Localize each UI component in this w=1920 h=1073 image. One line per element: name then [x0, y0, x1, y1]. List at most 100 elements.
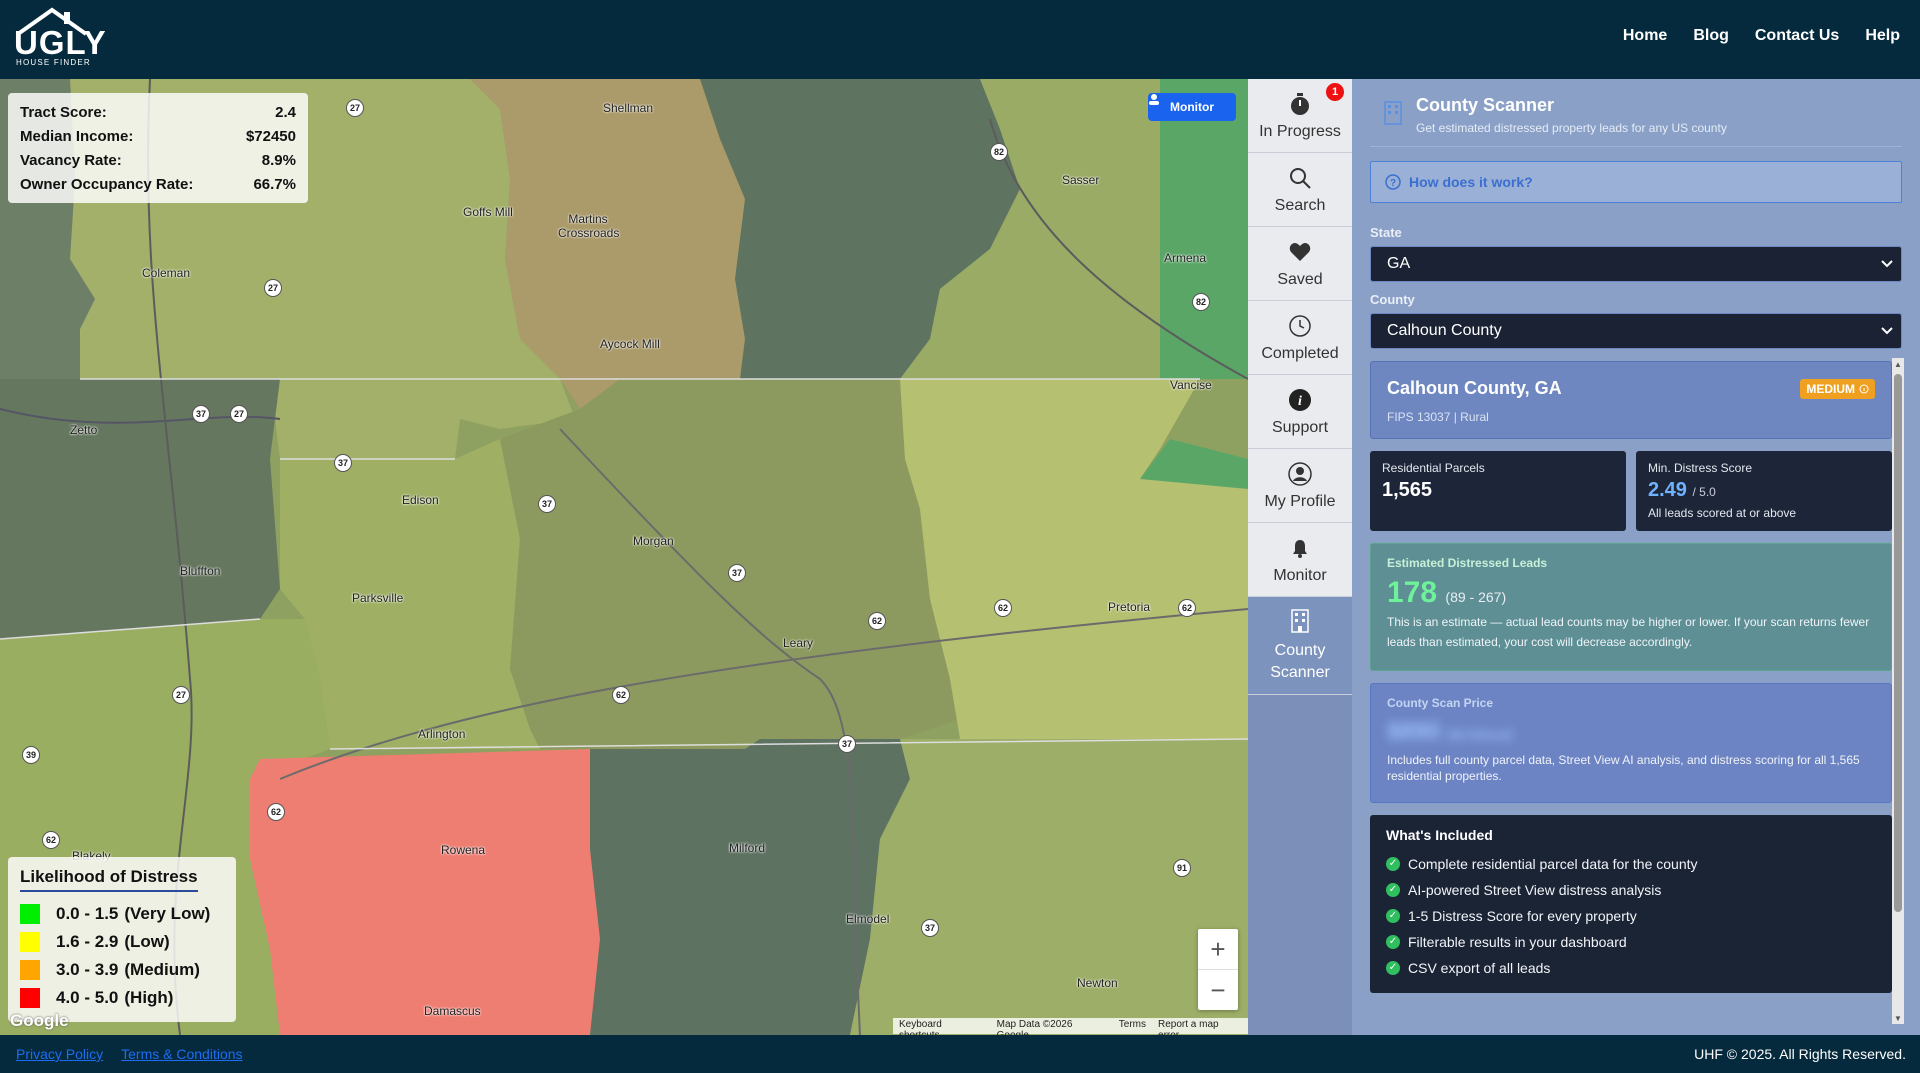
map-label: Damascus	[424, 1004, 481, 1018]
route-shield: 37	[192, 405, 210, 423]
map-label: Milford	[729, 841, 766, 855]
map-label: Armena	[1164, 251, 1207, 265]
route-shield: 27	[230, 405, 248, 423]
map-label: Newton	[1077, 976, 1118, 990]
logo[interactable]: UGLY HOUSE FINDER	[12, 6, 107, 68]
route-shield: 27	[264, 279, 282, 297]
route-shield: 37	[728, 564, 746, 582]
map-label: Sasser	[1062, 173, 1100, 187]
rail-item-search[interactable]: Search	[1248, 153, 1352, 227]
building-icon	[1384, 101, 1402, 125]
county-card: Calhoun County, GA FIPS 13037 | Rural ME…	[1370, 361, 1892, 439]
map-label: Goffs Mill	[463, 205, 513, 219]
privacy-policy-link[interactable]: Privacy Policy	[16, 1046, 103, 1062]
legend-title: Likelihood of Distress	[20, 867, 198, 892]
zoom-out-button[interactable]: −	[1198, 970, 1238, 1010]
route-shield: 39	[22, 746, 40, 764]
panel-title: County Scanner	[1416, 95, 1555, 115]
state-select[interactable]: GA	[1370, 246, 1902, 282]
terms-link[interactable]: Terms	[1119, 1019, 1146, 1033]
scroll-down-arrow-icon[interactable]: ▼	[1892, 1012, 1904, 1024]
zoom-control: + −	[1198, 929, 1238, 1010]
county-select[interactable]: Calhoun County	[1370, 313, 1902, 349]
report-error-link[interactable]: Report a map error	[1158, 1019, 1242, 1035]
map-label: Arlington	[418, 727, 466, 741]
route-shield: 62	[42, 831, 60, 849]
user-icon	[1287, 461, 1313, 487]
residential-parcels-card: Residential Parcels 1,565	[1370, 451, 1626, 531]
map-label: Parksville	[352, 591, 404, 605]
map-label: Martins Crossroads	[558, 212, 620, 240]
scrollbar-thumb[interactable]	[1894, 374, 1902, 912]
results-scroll-area[interactable]: Calhoun County, GA FIPS 13037 | Rural ME…	[1370, 361, 1910, 1033]
panel-subtitle: Get estimated distressed property leads …	[1416, 121, 1727, 135]
check-icon: ✓	[1386, 961, 1400, 975]
map-label: Coleman	[142, 266, 191, 280]
nav-home[interactable]: Home	[1623, 27, 1667, 45]
county-scanner-panel: County Scanner Get estimated distressed …	[1352, 79, 1920, 1035]
tract-score-row: Tract Score: 2.4	[20, 104, 296, 121]
rail-item-my-profile[interactable]: My Profile	[1248, 449, 1352, 523]
info-icon	[1859, 384, 1869, 394]
map-label: Morgan	[633, 534, 674, 548]
vacancy-rate-row: Vacancy Rate: 8.9%	[20, 152, 296, 169]
copyright: UHF © 2025. All Rights Reserved.	[1694, 1046, 1906, 1062]
distress-legend: Likelihood of Distress 0.0 - 1.5 (Very Lo…	[8, 857, 236, 1022]
map-label: Rowena	[441, 843, 486, 857]
route-shield: 37	[334, 454, 352, 472]
bell-icon	[1287, 535, 1313, 561]
route-shield: 62	[267, 803, 285, 821]
route-shield: 91	[1173, 859, 1191, 877]
rail-item-county-scanner[interactable]: County Scanner	[1248, 597, 1352, 695]
county-label: County	[1370, 292, 1415, 307]
panel-scrollbar[interactable]: ▲ ▼	[1892, 358, 1904, 1024]
check-icon: ✓	[1386, 909, 1400, 923]
nav-contact-us[interactable]: Contact Us	[1755, 27, 1839, 45]
tract-info-box: Tract Score: 2.4 Median Income: $72450 Vac…	[8, 93, 308, 203]
legend-item: 4.0 - 5.0 (High)	[20, 984, 224, 1012]
distress-level-badge[interactable]: MEDIUM	[1800, 379, 1875, 399]
rail-item-support[interactable]: i Support	[1248, 375, 1352, 449]
scroll-up-arrow-icon[interactable]: ▲	[1892, 358, 1904, 370]
side-rail: In Progress 1 Search Saved Completed i S…	[1248, 79, 1352, 1035]
min-distress-score-card: Min. Distress Score 2.49 / 5.0 All leads…	[1636, 451, 1892, 531]
heart-icon	[1287, 239, 1313, 265]
legend-item: 0.0 - 1.5 (Very Low)	[20, 900, 224, 928]
route-shield: 62	[1178, 599, 1196, 617]
logo-text: UGLY	[14, 24, 107, 61]
app-header: UGLY HOUSE FINDER Home Blog Contact Us H…	[0, 0, 1920, 79]
route-shield: 62	[612, 686, 630, 704]
terms-conditions-link[interactable]: Terms & Conditions	[121, 1046, 242, 1062]
included-item: ✓ 1-5 Distress Score for every property	[1386, 903, 1876, 929]
svg-text:?: ?	[1390, 178, 1396, 189]
google-logo: Google	[10, 1011, 69, 1030]
user-icon	[1149, 94, 1159, 105]
included-item: ✓ Complete residential parcel data for th…	[1386, 851, 1876, 877]
clock-icon	[1287, 313, 1313, 339]
rail-item-saved[interactable]: Saved	[1248, 227, 1352, 301]
nav-blog[interactable]: Blog	[1693, 27, 1729, 45]
estimated-leads-card: Estimated Distressed Leads 178 (89 - 267…	[1370, 543, 1892, 671]
search-icon	[1287, 165, 1313, 191]
owner-occupancy-row: Owner Occupancy Rate: 66.7%	[20, 176, 296, 193]
in-progress-badge: 1	[1326, 83, 1344, 101]
how-it-works-button[interactable]: ? How does it work?	[1370, 161, 1902, 203]
map-data-text: Map Data ©2026 Google	[996, 1019, 1073, 1035]
zoom-in-button[interactable]: +	[1198, 929, 1238, 969]
included-item: ✓ AI-powered Street View distress analysi…	[1386, 877, 1876, 903]
distress-map[interactable]: Shellman Goffs Mill Martins Crossroads C…	[0, 79, 1248, 1035]
rail-item-monitor[interactable]: Monitor	[1248, 523, 1352, 597]
route-shield: 37	[838, 735, 856, 753]
route-shield: 37	[538, 495, 556, 513]
included-item: ✓ CSV export of all leads	[1386, 955, 1876, 981]
chevron-down-icon	[1881, 327, 1893, 335]
main-nav: Home Blog Contact Us Help	[1623, 27, 1900, 45]
route-shield: 37	[921, 919, 939, 937]
keyboard-shortcuts-link[interactable]: Keyboard shortcuts	[899, 1019, 985, 1035]
nav-help[interactable]: Help	[1865, 27, 1900, 45]
rail-item-completed[interactable]: Completed	[1248, 301, 1352, 375]
rail-item-in-progress[interactable]: In Progress 1	[1248, 79, 1352, 153]
map-monitor-button[interactable]: Monitor	[1148, 93, 1236, 121]
blurred-price: $890 ($5.00/lead)	[1387, 718, 1513, 745]
route-shield: 82	[990, 143, 1008, 161]
